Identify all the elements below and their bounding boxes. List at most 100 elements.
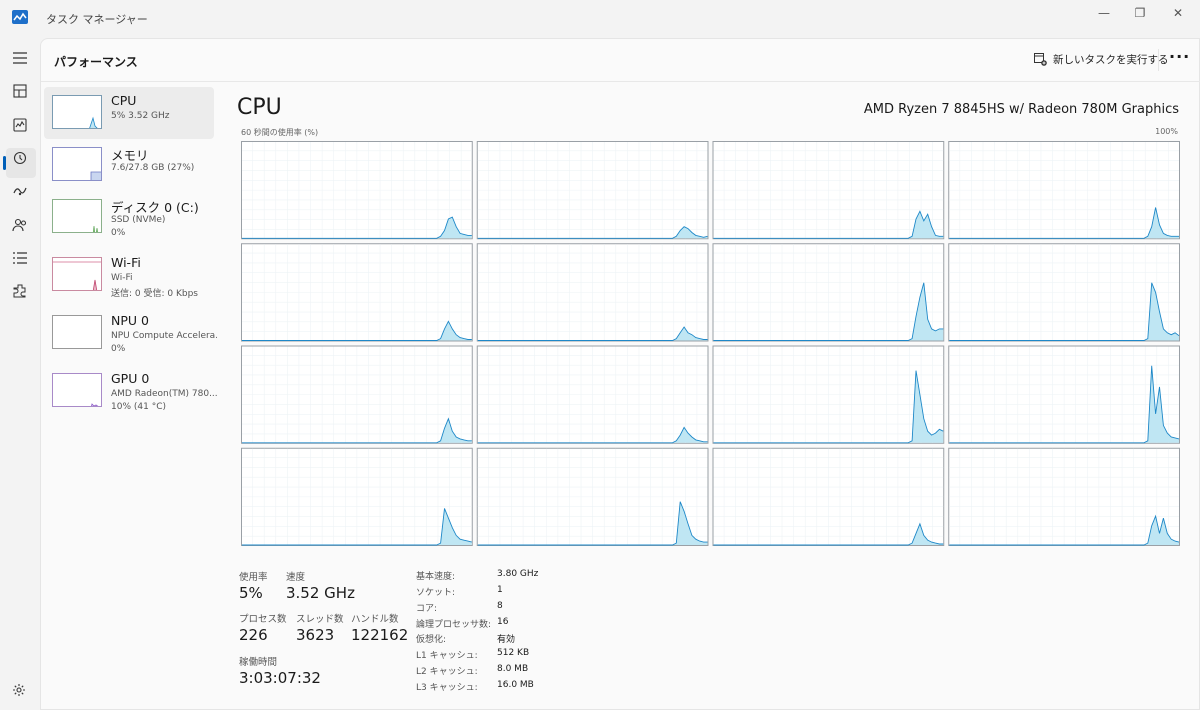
logical-processor-graph-13 xyxy=(476,447,709,546)
cpu-model-name: AMD Ryzen 7 8845HS w/ Radeon 780M Graphi… xyxy=(863,102,1179,117)
device-item-memory[interactable]: メモリ 7.6/27.8 GB (27%) xyxy=(44,139,214,191)
logical-processor-graph-4 xyxy=(241,243,473,342)
users-icon[interactable] xyxy=(8,213,32,237)
graph-max-label: 100% xyxy=(1155,127,1178,136)
logical-processor-graph-7 xyxy=(948,243,1180,342)
spec-value: 16.0 MB xyxy=(497,680,534,690)
device-item-wifi[interactable]: Wi-Fi Wi-Fi 送信: 0 受信: 0 Kbps xyxy=(44,249,214,301)
logical-processor-graph-14 xyxy=(712,447,945,546)
processes-label: プロセス数 xyxy=(239,614,287,625)
title-bar: タスク マネージャー — ❐ ✕ xyxy=(0,0,1200,38)
logical-processor-graph-12 xyxy=(241,447,473,546)
device-item-gpu[interactable]: GPU 0 AMD Radeon(TM) 780... 10% (41 °C) xyxy=(44,365,217,417)
logical-processor-graph-grid xyxy=(241,141,1180,546)
logical-processor-graph-2 xyxy=(712,141,945,240)
spec-label: 論理プロセッサ数: xyxy=(416,620,492,630)
usage-value: 5% xyxy=(239,584,263,602)
spec-value: 8.0 MB xyxy=(497,664,529,674)
spec-label: L3 キャッシュ: xyxy=(416,683,478,693)
wifi-thumbnail-graph xyxy=(52,257,102,291)
page-header: パフォーマンス 新しいタスクを実行する ··· xyxy=(41,39,1200,82)
close-button[interactable]: ✕ xyxy=(1160,4,1196,22)
logical-processor-graph-9 xyxy=(476,345,709,444)
page-title: パフォーマンス xyxy=(54,55,138,69)
threads-label: スレッド数 xyxy=(296,614,344,625)
spec-value: 8 xyxy=(497,601,503,611)
spec-value: 16 xyxy=(497,617,509,627)
speed-label: 速度 xyxy=(286,572,306,583)
device-name: Wi-Fi xyxy=(111,255,141,270)
disk-thumbnail-graph xyxy=(52,199,102,233)
more-options-button[interactable]: ··· xyxy=(1169,47,1190,66)
logical-processor-graph-5 xyxy=(476,243,709,342)
device-detail: 5% 3.52 GHz xyxy=(111,111,170,121)
spec-label: 仮想化: xyxy=(416,635,447,645)
left-navigation xyxy=(0,38,40,710)
device-detail: 7.6/27.8 GB (27%) xyxy=(111,163,195,173)
hamburger-icon[interactable] xyxy=(8,46,32,70)
performance-icon[interactable] xyxy=(8,113,32,137)
logical-processor-graph-6 xyxy=(712,243,945,342)
device-detail: 10% (41 °C) xyxy=(111,402,166,412)
processes-value: 226 xyxy=(239,626,268,644)
spec-value: 3.80 GHz xyxy=(497,569,539,579)
memory-thumbnail-graph xyxy=(52,147,102,181)
main-panel: パフォーマンス 新しいタスクを実行する ··· CPU 5% 3.52 GHz … xyxy=(40,38,1200,710)
spec-value: 有効 xyxy=(497,635,516,645)
device-item-cpu[interactable]: CPU 5% 3.52 GHz xyxy=(44,87,214,139)
logical-processor-graph-8 xyxy=(241,345,473,444)
services-icon[interactable] xyxy=(8,279,32,303)
device-name: メモリ xyxy=(111,148,149,163)
window-title: タスク マネージャー xyxy=(46,13,148,26)
nav-active-indicator xyxy=(3,156,6,170)
logical-processor-graph-3 xyxy=(948,141,1180,240)
device-item-npu[interactable]: NPU 0 NPU Compute Accelera... 0% xyxy=(44,307,217,359)
device-detail: NPU Compute Accelera... xyxy=(111,331,217,341)
device-detail: 送信: 0 受信: 0 Kbps xyxy=(111,289,198,299)
spec-label: L2 キャッシュ: xyxy=(416,667,478,677)
cpu-heading: CPU xyxy=(237,95,282,120)
usage-label: 使用率 xyxy=(239,572,268,583)
app-history-icon[interactable] xyxy=(8,146,32,170)
spec-label: 基本速度: xyxy=(416,572,456,582)
spec-label: コア: xyxy=(416,604,438,614)
speed-value: 3.52 GHz xyxy=(286,584,355,602)
device-name: CPU xyxy=(111,93,137,108)
logical-processor-graph-10 xyxy=(712,345,945,444)
handles-value: 122162 xyxy=(351,626,409,644)
handles-label: ハンドル数 xyxy=(351,614,399,625)
settings-icon[interactable] xyxy=(12,683,26,697)
npu-thumbnail-graph xyxy=(52,315,102,349)
device-detail: AMD Radeon(TM) 780... xyxy=(111,389,217,399)
minimize-button[interactable]: — xyxy=(1086,4,1122,22)
threads-value: 3623 xyxy=(296,626,335,644)
logical-processor-graph-15 xyxy=(948,447,1180,546)
device-detail: Wi-Fi xyxy=(111,273,133,283)
gpu-thumbnail-graph xyxy=(52,373,102,407)
device-detail: 0% xyxy=(111,344,126,354)
spec-value: 1 xyxy=(497,585,503,595)
logical-processor-graph-11 xyxy=(948,345,1180,444)
spec-label: L1 キャッシュ: xyxy=(416,651,478,661)
device-name: NPU 0 xyxy=(111,313,149,328)
uptime-value: 3:03:07:32 xyxy=(239,669,321,687)
logical-processor-graph-0 xyxy=(241,141,473,240)
device-name: GPU 0 xyxy=(111,371,150,386)
device-detail: SSD (NVMe) xyxy=(111,215,166,225)
device-name: ディスク 0 (C:) xyxy=(111,200,199,215)
header-separator xyxy=(1158,49,1159,71)
spec-value: 512 KB xyxy=(497,648,530,658)
cpu-thumbnail-graph xyxy=(52,95,102,129)
logical-processor-graph-1 xyxy=(476,141,709,240)
details-icon[interactable] xyxy=(8,246,32,270)
run-new-task-label: 新しいタスクを実行する xyxy=(1053,54,1169,66)
uptime-label: 稼働時間 xyxy=(239,657,278,668)
processes-icon[interactable] xyxy=(8,79,32,103)
spec-label: ソケット: xyxy=(416,588,456,598)
run-new-task-button[interactable]: 新しいタスクを実行する xyxy=(1034,52,1169,67)
device-item-disk[interactable]: ディスク 0 (C:) SSD (NVMe) 0% xyxy=(44,191,214,243)
task-manager-app-icon xyxy=(12,10,28,24)
restore-button[interactable]: ❐ xyxy=(1122,4,1158,22)
startup-icon[interactable] xyxy=(8,179,32,203)
graph-caption: 60 秒間の使用率 (%) xyxy=(241,128,319,137)
